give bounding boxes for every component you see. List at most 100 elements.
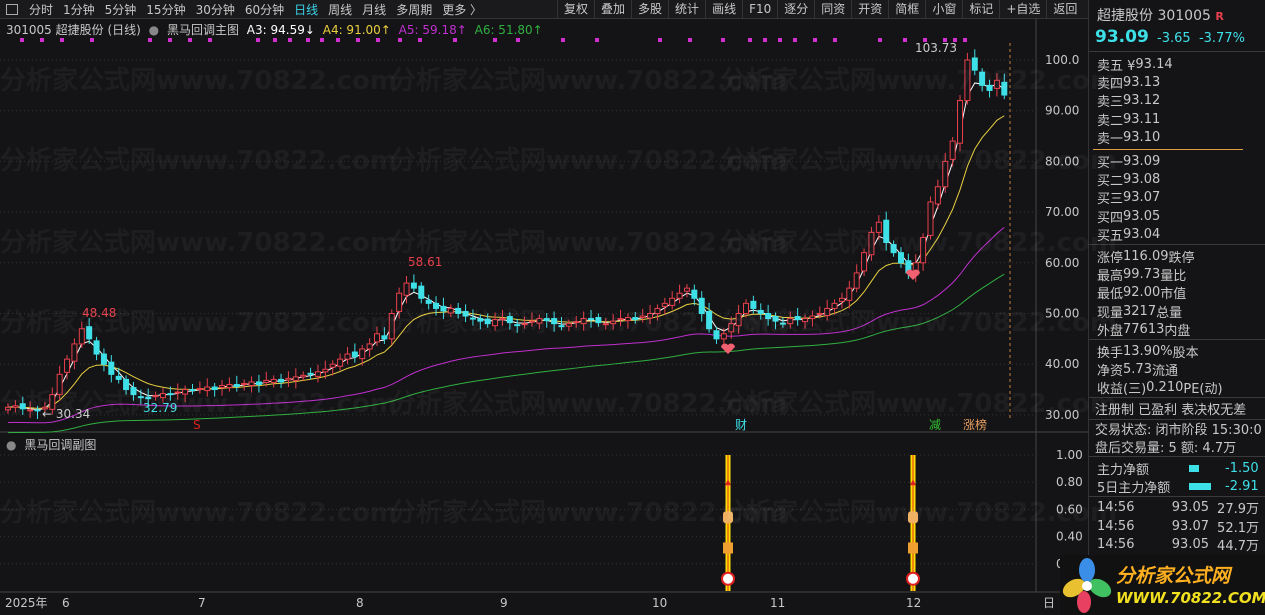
cell: 93.14 (1135, 56, 1173, 72)
period-tab[interactable]: 15分钟 (141, 1, 190, 18)
cell: 93.12 (1123, 93, 1161, 109)
sub-legend: ● 黑马回调副图 (6, 436, 100, 453)
tool-button[interactable]: 小窗 (925, 0, 962, 19)
period-tab[interactable]: 分时 (24, 1, 58, 18)
period-tab[interactable]: 更多 〉 (437, 1, 487, 18)
cell: 买四 (1097, 210, 1124, 226)
tool-button[interactable]: 同资 (814, 0, 851, 19)
cell: 5.73 (1123, 361, 1152, 377)
event-marker[interactable]: S (193, 418, 201, 432)
quote-row: 主力净额 -1.50 (1089, 459, 1265, 478)
y-tick: 50.00 (1045, 307, 1079, 321)
candle (558, 325, 565, 328)
candle (292, 376, 299, 381)
cell: 5日主力净额 (1097, 480, 1171, 496)
x-tick: 12 (906, 596, 921, 610)
candle (543, 318, 550, 322)
candle (927, 201, 934, 236)
divider (1093, 148, 1243, 150)
quote-row: 14:56 93.07 52.1万 (1089, 517, 1265, 536)
ma-line (7, 82, 1005, 411)
candle (152, 395, 159, 398)
peak-label: 58.61 (408, 255, 442, 269)
candle (344, 353, 351, 360)
flow-value: -2.91 (1225, 478, 1259, 494)
flower-logo-icon (1062, 558, 1112, 613)
quote-row: 卖三 93.12 (1089, 92, 1265, 110)
tool-button[interactable]: 叠加 (594, 0, 631, 19)
candle (743, 302, 749, 314)
candle (167, 393, 174, 396)
tool-button[interactable]: +自选 (999, 0, 1046, 19)
signal-dot (748, 38, 752, 42)
tool-button[interactable]: 复权 (557, 0, 594, 19)
tool-button[interactable]: 画线 (705, 0, 742, 19)
candle (632, 317, 639, 321)
cell: 93.05 (1171, 500, 1209, 516)
candle (403, 282, 410, 296)
candle (351, 351, 358, 358)
panel-toggle-icon[interactable] (6, 3, 18, 15)
tool-button[interactable]: 多股 (631, 0, 668, 19)
candle (410, 282, 417, 289)
period-tab[interactable]: 30分钟 (191, 1, 240, 18)
tool-button[interactable]: 统计 (668, 0, 705, 19)
event-marker[interactable]: 财 (735, 418, 747, 432)
candle (853, 272, 860, 289)
price-chart[interactable]: 100.0 90.00 80.00 70.00 60.00 50.00 40.00 30.00… (0, 19, 1088, 615)
event-marker[interactable]: 涨榜 (963, 417, 987, 432)
period-tab[interactable]: 周线 (323, 1, 357, 18)
period-tab[interactable]: 60分钟 (240, 1, 289, 18)
candle (388, 313, 395, 340)
candle (624, 317, 631, 322)
tool-button[interactable]: 开资 (851, 0, 888, 19)
period-tab[interactable]: 1分钟 (58, 1, 100, 18)
tool-button[interactable]: F10 (742, 0, 777, 19)
cell: 卖二 (1097, 113, 1124, 129)
candle (263, 379, 270, 383)
candle (307, 372, 314, 375)
candle (78, 328, 85, 345)
tool-button[interactable]: 返回 (1046, 0, 1083, 19)
signal-dot (763, 38, 767, 42)
signal-dot (793, 38, 797, 42)
candle (64, 358, 71, 373)
signal-dot (595, 38, 599, 42)
cell: 93.04 (1123, 227, 1161, 243)
logo-url: WWW.70822.COM (1116, 589, 1265, 607)
signal-dot (721, 38, 725, 42)
signal-dot (356, 38, 360, 42)
period-tab[interactable]: 5分钟 (100, 1, 142, 18)
candle (787, 318, 794, 325)
period-tab[interactable]: 月线 (357, 1, 391, 18)
sub-y-tick: 1.00 (1056, 448, 1083, 462)
signal-dot (493, 38, 497, 42)
heart-icon (721, 343, 735, 354)
quote-row: 最低 92.00 市值 (1089, 284, 1265, 302)
candle (942, 160, 949, 188)
signal-dot (561, 38, 565, 42)
cell: 93.11 (1123, 111, 1161, 127)
plus-circle-icon (906, 571, 920, 586)
tool-button[interactable]: 标记 (962, 0, 999, 19)
candle (248, 381, 255, 386)
sub-dropdown-icon[interactable]: ● (6, 438, 16, 452)
candle (949, 140, 956, 160)
event-marker[interactable]: 减 (929, 418, 941, 432)
x-tick: 2025年 (5, 596, 48, 610)
candle (233, 383, 240, 388)
signal-dot (658, 38, 662, 42)
tool-button[interactable]: 逐分 (777, 0, 814, 19)
candle (366, 343, 373, 350)
tool-button[interactable]: 简框 (888, 0, 925, 19)
period-tab[interactable]: 多周期 (391, 1, 437, 18)
candle (27, 409, 34, 412)
candle (484, 318, 491, 325)
candle (300, 374, 307, 378)
signal-dot (813, 38, 817, 42)
cell: 93.13 (1123, 75, 1161, 91)
period-tab[interactable]: 日线 (289, 1, 323, 18)
sub-y-tick: 0.80 (1056, 475, 1083, 489)
candle (993, 79, 1000, 89)
candle (381, 335, 388, 340)
